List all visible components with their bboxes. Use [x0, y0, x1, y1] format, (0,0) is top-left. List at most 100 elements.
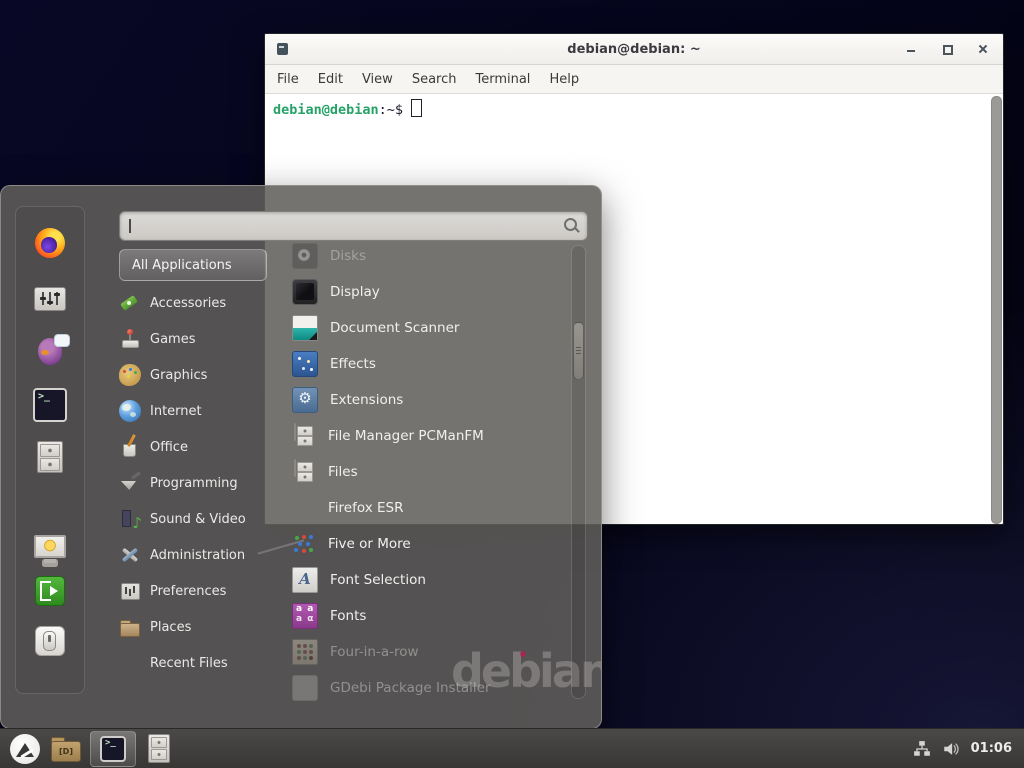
files-icon: [294, 459, 296, 477]
apps-scrollbar-thumb[interactable]: [573, 322, 584, 380]
category-graphics[interactable]: Graphics: [119, 357, 271, 393]
effects-icon: [292, 351, 318, 377]
taskbar: [D] 01:06: [0, 728, 1024, 768]
display-icon: [292, 279, 318, 305]
document-scanner-icon: [292, 315, 318, 341]
graphics-icon: [119, 364, 141, 386]
favorite-control-center[interactable]: [32, 283, 68, 315]
app-item-firefox-esr[interactable]: Firefox ESR: [284, 490, 570, 526]
category-all-applications[interactable]: All Applications: [119, 249, 267, 281]
prompt-path: :~$: [379, 102, 403, 118]
shutdown-button[interactable]: [32, 625, 68, 657]
file-manager-icon: [294, 423, 296, 441]
category-office[interactable]: Office: [119, 429, 271, 465]
window-title: debian@debian: ~: [265, 42, 1003, 57]
app-item-file-manager-pcmanfm[interactable]: File Manager PCManFM: [284, 418, 570, 454]
maximize-button[interactable]: [941, 43, 953, 55]
category-sound-video[interactable]: Sound & Video: [119, 501, 271, 537]
minimize-button[interactable]: [905, 43, 917, 55]
category-recent-files[interactable]: Recent Files: [119, 645, 271, 681]
menu-file[interactable]: File: [277, 72, 299, 87]
app-item-extensions[interactable]: Extensions: [284, 382, 570, 418]
app-item-effects[interactable]: Effects: [284, 346, 570, 382]
fonts-icon: [292, 603, 318, 629]
terminal-menubar: File Edit View Search Terminal Help: [265, 65, 1003, 94]
terminal-window-icon: [277, 43, 288, 55]
lock-screen-icon: [33, 535, 67, 563]
favorite-terminal[interactable]: [32, 389, 68, 421]
apps-scrollbar[interactable]: [571, 245, 586, 699]
disks-icon: [292, 243, 318, 269]
favorite-firefox[interactable]: [32, 227, 68, 259]
category-accessories[interactable]: Accessories: [119, 285, 271, 321]
category-list: All Applications Accessories Games Graph…: [119, 249, 271, 681]
five-or-more-icon: [292, 532, 316, 556]
terminal-icon: [100, 736, 126, 762]
menu-search[interactable]: Search: [412, 72, 457, 87]
four-in-a-row-icon: [292, 639, 318, 665]
category-administration[interactable]: Administration: [119, 537, 271, 573]
app-item-four-in-a-row[interactable]: Four-in-a-row: [284, 634, 570, 670]
menu-view[interactable]: View: [362, 72, 393, 87]
terminal-cursor: [411, 99, 422, 117]
taskbar-terminal-button-active[interactable]: [90, 731, 136, 767]
category-games[interactable]: Games: [119, 321, 271, 357]
gdebi-icon: [292, 675, 318, 701]
category-preferences[interactable]: Preferences: [119, 573, 271, 609]
games-icon: [119, 328, 141, 350]
lock-screen-button[interactable]: [32, 533, 68, 565]
category-places[interactable]: Places: [119, 609, 271, 645]
search-input[interactable]: [119, 211, 588, 241]
places-folder-icon: [119, 616, 141, 638]
programming-icon: [119, 472, 141, 494]
favorite-pidgin[interactable]: [32, 335, 68, 367]
app-item-disks[interactable]: Disks: [284, 238, 570, 274]
volume-icon[interactable]: [942, 740, 960, 758]
category-internet[interactable]: Internet: [119, 393, 271, 429]
pidgin-icon: [38, 338, 62, 365]
terminal-scrollbar-thumb[interactable]: [991, 96, 1002, 524]
terminal-titlebar[interactable]: debian@debian: ~: [265, 34, 1003, 65]
app-item-font-selection[interactable]: Font Selection: [284, 562, 570, 598]
taskbar-files-button[interactable]: [144, 732, 174, 766]
file-cabinet-icon: [148, 734, 170, 763]
clock[interactable]: 01:06: [971, 741, 1012, 756]
terminal-icon: [33, 388, 67, 422]
application-list: Disks Display Document Scanner Effects E…: [284, 238, 570, 701]
office-icon: [119, 436, 141, 458]
shutdown-icon: [35, 626, 65, 656]
font-selection-icon: [292, 567, 318, 593]
app-item-display[interactable]: Display: [284, 274, 570, 310]
accessories-icon: [119, 292, 141, 314]
file-cabinet-icon: [37, 441, 63, 473]
system-tray: 01:06: [913, 740, 1016, 758]
administration-tools-icon: [119, 544, 141, 566]
network-icon[interactable]: [913, 740, 931, 758]
favorite-file-manager[interactable]: [32, 441, 68, 473]
folder-icon: [D]: [51, 741, 81, 762]
search-icon: [564, 218, 577, 231]
app-item-document-scanner[interactable]: Document Scanner: [284, 310, 570, 346]
close-button[interactable]: [977, 43, 989, 55]
category-programming[interactable]: Programming: [119, 465, 271, 501]
app-item-files[interactable]: Files: [284, 454, 570, 490]
firefox-icon: [35, 228, 65, 258]
prompt-user: debian@debian: [273, 102, 379, 118]
app-item-five-or-more[interactable]: Five or More: [284, 526, 570, 562]
app-item-fonts[interactable]: Fonts: [284, 598, 570, 634]
control-center-icon: [34, 287, 66, 311]
logout-button[interactable]: [32, 575, 68, 607]
menu-edit[interactable]: Edit: [318, 72, 343, 87]
app-item-gdebi-package-installer[interactable]: GDebi Package Installer: [284, 670, 570, 701]
favorites-panel: [15, 206, 85, 694]
extensions-gear-icon: [292, 387, 318, 413]
text-caret: [129, 219, 131, 233]
preferences-icon: [119, 580, 141, 602]
terminal-scrollbar[interactable]: [990, 96, 1001, 522]
logout-icon: [35, 576, 65, 606]
menu-help[interactable]: Help: [549, 72, 579, 87]
taskbar-file-manager-button[interactable]: [D]: [50, 732, 82, 766]
menu-terminal[interactable]: Terminal: [475, 72, 530, 87]
menu-launcher-button[interactable]: [8, 732, 42, 766]
debian-menu-icon: [10, 734, 40, 764]
